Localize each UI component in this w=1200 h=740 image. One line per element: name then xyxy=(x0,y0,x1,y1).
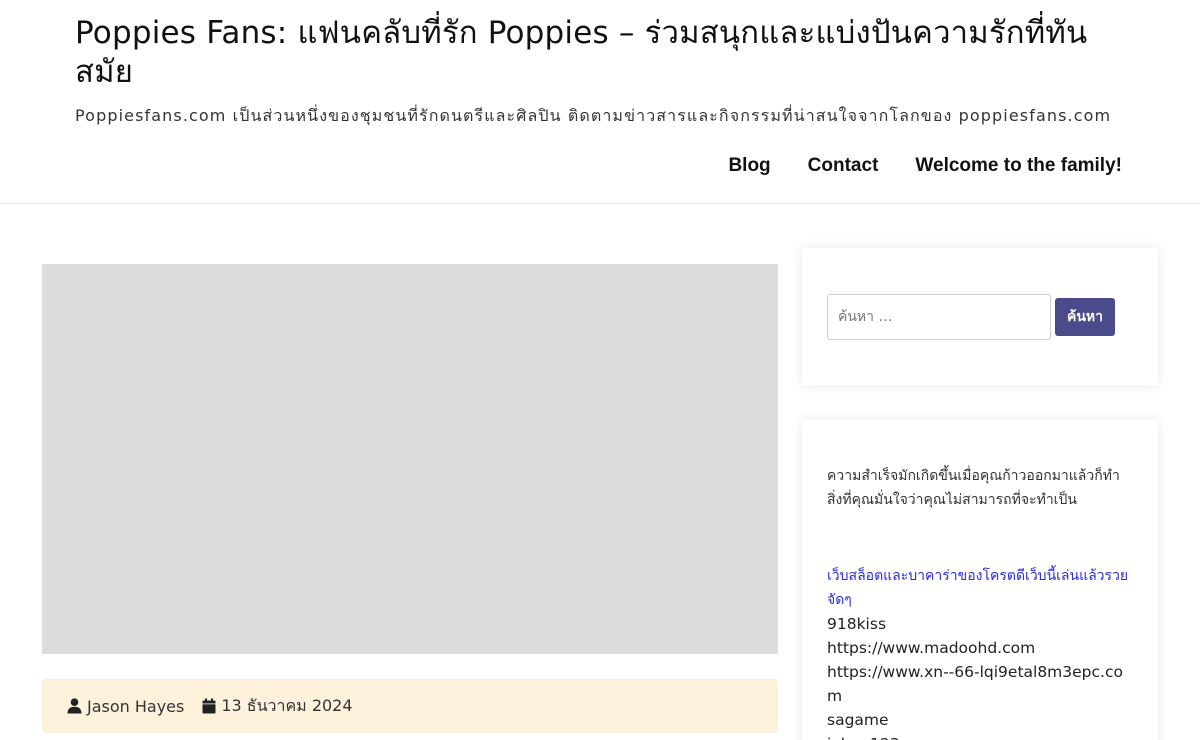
site-title[interactable]: Poppies Fans: แฟนคลับที่รัก Poppies – ร่… xyxy=(75,14,1115,92)
widget-line: https://www.madoohd.com xyxy=(827,639,1036,657)
user-icon xyxy=(67,698,82,714)
post-meta: Jason Hayes 13 ธันวาคม 2024 xyxy=(42,679,778,733)
widget-line: sagame xyxy=(827,711,889,729)
site-description: Poppiesfans.com เป็นส่วนหนึ่งของชุมชนที่… xyxy=(75,106,1112,125)
search-widget: ค้นหา xyxy=(802,248,1158,385)
widget-line: 918kiss xyxy=(827,615,887,633)
featured-image-placeholder[interactable] xyxy=(42,264,778,654)
search-input[interactable] xyxy=(827,294,1051,340)
main-nav: Blog Contact Welcome to the family! xyxy=(691,152,1122,180)
nav-item-welcome[interactable]: Welcome to the family! xyxy=(915,152,1122,180)
site-header: Poppies Fans: แฟนคลับที่รัก Poppies – ร่… xyxy=(0,0,1200,204)
widget-links: เว็บสล็อตและบาคาร่าของโครตดีเว็บนี้เล่นแ… xyxy=(827,564,1133,740)
nav-item-contact[interactable]: Contact xyxy=(808,152,879,180)
post-date-text[interactable]: 13 ธันวาคม 2024 xyxy=(221,694,352,719)
widget-line: https://www.xn--66-lqi9etal8m3epc.com xyxy=(827,663,1123,705)
widget-line: joker 123 xyxy=(827,732,1133,740)
post-author[interactable]: Jason Hayes xyxy=(67,697,184,716)
calendar-icon xyxy=(202,698,216,714)
text-widget: ความสำเร็จมักเกิดขึ้นเมื่อคุณก้าวออกมาแล… xyxy=(802,420,1158,740)
nav-item-blog[interactable]: Blog xyxy=(728,152,770,180)
promo-link[interactable]: เว็บสล็อตและบาคาร่าของโครตดีเว็บนี้เล่นแ… xyxy=(827,564,1133,612)
post-date[interactable]: 13 ธันวาคม 2024 xyxy=(202,694,353,719)
search-button[interactable]: ค้นหา xyxy=(1055,298,1115,336)
widget-quote: ความสำเร็จมักเกิดขึ้นเมื่อคุณก้าวออกมาแล… xyxy=(827,468,1120,508)
post-author-name[interactable]: Jason Hayes xyxy=(87,697,184,716)
